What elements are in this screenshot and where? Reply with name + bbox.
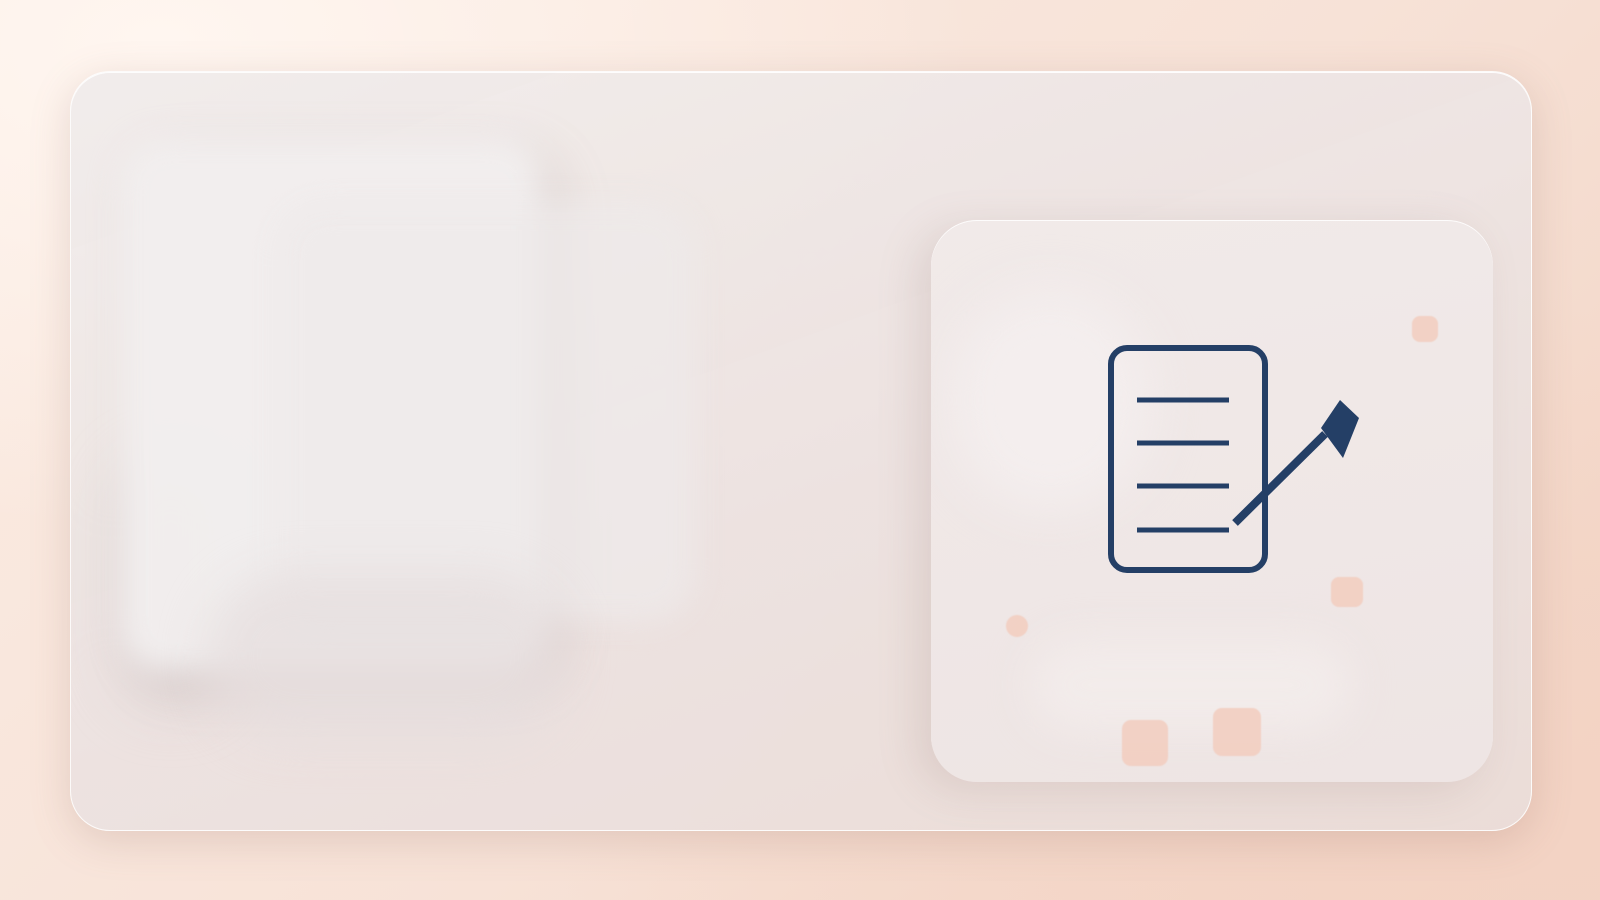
decorative-square xyxy=(1213,708,1261,756)
glass-panel xyxy=(70,71,1532,831)
pen-shaft xyxy=(1232,431,1328,526)
decorative-square xyxy=(1122,720,1168,766)
document-outline xyxy=(1108,345,1268,573)
decorative-square xyxy=(1412,316,1438,342)
icon-card xyxy=(931,220,1493,782)
pen-nib xyxy=(1321,400,1359,458)
decorative-dot xyxy=(1006,615,1028,637)
card-glow xyxy=(1031,640,1351,730)
document-signing-icon xyxy=(1108,345,1359,573)
blurred-placeholder xyxy=(206,572,566,742)
blurred-placeholder xyxy=(276,202,696,622)
